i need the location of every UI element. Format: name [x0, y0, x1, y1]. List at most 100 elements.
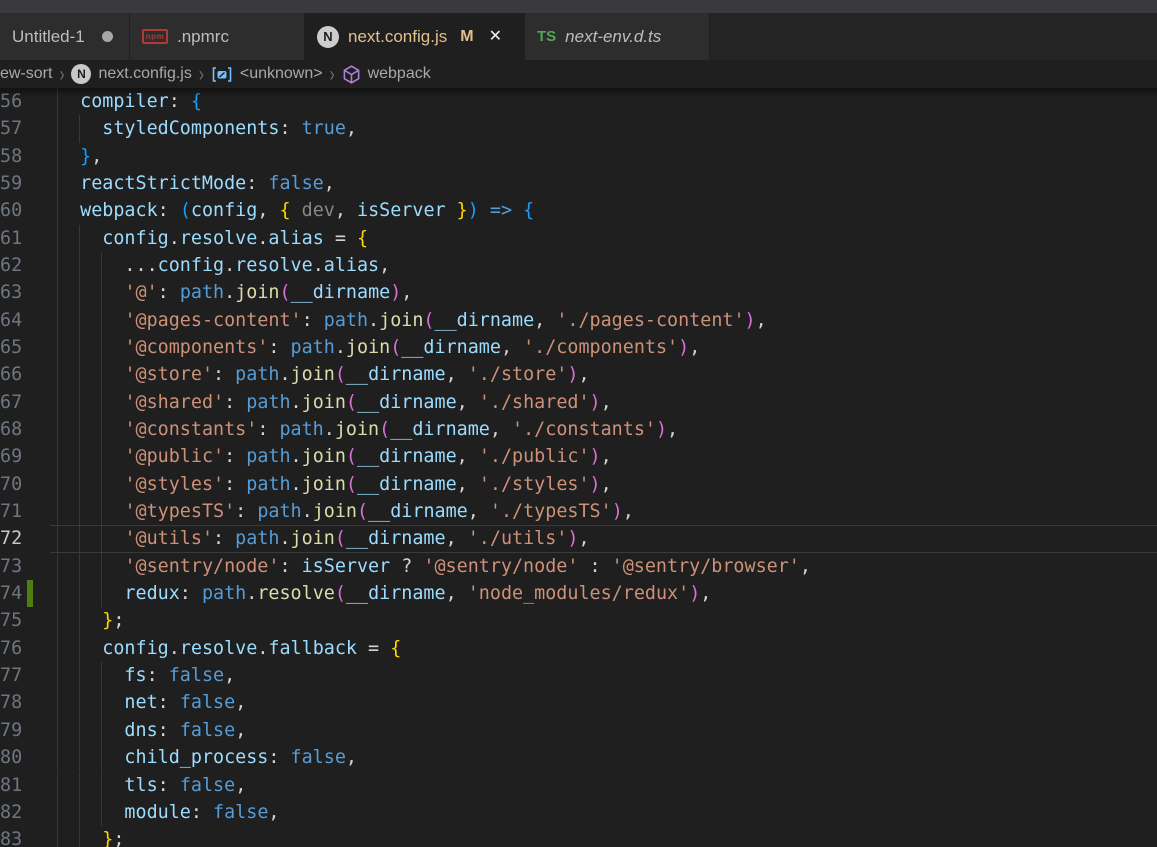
line-number[interactable]: 74 [0, 580, 22, 607]
code-line[interactable]: 64 '@pages-content': path.join(__dirname… [0, 307, 1157, 334]
code-line[interactable]: 68 '@constants': path.join(__dirname, '.… [0, 416, 1157, 443]
tab-npmrc[interactable]: npm .npmrc [130, 13, 305, 60]
line-number[interactable]: 80 [0, 744, 22, 771]
tab-untitled-1[interactable]: Untitled-1 [0, 13, 130, 60]
line-number[interactable]: 67 [0, 389, 22, 416]
code-line[interactable]: 76 config.resolve.fallback = { [0, 635, 1157, 662]
code-editor[interactable]: 56 compiler: {57 styledComponents: true,… [0, 88, 1157, 847]
tab-label: next.config.js [348, 27, 447, 47]
code-text: }; [58, 607, 124, 634]
breadcrumb-file[interactable]: next.config.js [98, 65, 191, 83]
tab-label: Untitled-1 [12, 27, 85, 47]
code-text: net: false, [58, 689, 246, 716]
code-line[interactable]: 70 '@styles': path.join(__dirname, './st… [0, 471, 1157, 498]
code-text: config.resolve.fallback = { [58, 635, 401, 662]
line-number[interactable]: 76 [0, 635, 22, 662]
line-number[interactable]: 71 [0, 498, 22, 525]
code-text: '@styles': path.join(__dirname, './style… [58, 471, 612, 498]
line-number[interactable]: 82 [0, 799, 22, 826]
nextjs-file-icon: N [71, 64, 91, 84]
line-number[interactable]: 62 [0, 252, 22, 279]
code-line[interactable]: 58 }, [0, 143, 1157, 170]
unsaved-dot-icon[interactable] [102, 31, 113, 42]
line-number[interactable]: 77 [0, 662, 22, 689]
code-line[interactable]: 65 '@components': path.join(__dirname, '… [0, 334, 1157, 361]
code-text: dns: false, [58, 717, 246, 744]
code-text: }, [58, 143, 102, 170]
line-number[interactable]: 79 [0, 717, 22, 744]
code-line[interactable]: 79 dns: false, [0, 717, 1157, 744]
chevron-right-icon: › [59, 62, 64, 86]
code-line[interactable]: 74 redux: path.resolve(__dirname, 'node_… [0, 580, 1157, 607]
code-text: ...config.resolve.alias, [58, 252, 390, 279]
git-modified-badge: M [460, 28, 473, 46]
line-number[interactable]: 83 [0, 826, 22, 847]
code-line[interactable]: 60 webpack: (config, { dev, isServer }) … [0, 197, 1157, 224]
code-line[interactable]: 75 }; [0, 607, 1157, 634]
code-text: '@components': path.join(__dirname, './c… [58, 334, 700, 361]
code-text: tls: false, [58, 772, 246, 799]
nextjs-file-icon: N [317, 26, 339, 48]
code-line[interactable]: 57 styledComponents: true, [0, 115, 1157, 142]
line-number[interactable]: 78 [0, 689, 22, 716]
code-line[interactable]: 67 '@shared': path.join(__dirname, './sh… [0, 389, 1157, 416]
code-text: '@public': path.join(__dirname, './publi… [58, 443, 612, 470]
line-number[interactable]: 61 [0, 225, 22, 252]
code-text: '@utils': path.join(__dirname, './utils'… [58, 525, 590, 552]
code-text: '@typesTS': path.join(__dirname, './type… [58, 498, 634, 525]
tab-next-env-d-ts[interactable]: TS next-env.d.ts [525, 13, 710, 60]
code-line[interactable]: 83 }; [0, 826, 1157, 847]
scroll-shadow [0, 88, 1157, 97]
line-number[interactable]: 81 [0, 772, 22, 799]
line-number[interactable]: 69 [0, 443, 22, 470]
code-text: redux: path.resolve(__dirname, 'node_mod… [58, 580, 711, 607]
line-number[interactable]: 70 [0, 471, 22, 498]
breadcrumb-member[interactable]: webpack [368, 65, 431, 83]
line-number[interactable]: 57 [0, 115, 22, 142]
code-line[interactable]: 69 '@public': path.join(__dirname, './pu… [0, 443, 1157, 470]
code-line[interactable]: 59 reactStrictMode: false, [0, 170, 1157, 197]
line-number[interactable]: 64 [0, 307, 22, 334]
code-line[interactable]: 61 config.resolve.alias = { [0, 225, 1157, 252]
typescript-file-icon: TS [537, 28, 556, 45]
chevron-right-icon: › [199, 62, 204, 86]
code-line[interactable]: 63 '@': path.join(__dirname), [0, 279, 1157, 306]
tab-label: next-env.d.ts [565, 27, 661, 47]
code-text: '@store': path.join(__dirname, './store'… [58, 361, 590, 388]
code-line[interactable]: 82 module: false, [0, 799, 1157, 826]
code-line[interactable]: 77 fs: false, [0, 662, 1157, 689]
code-text: config.resolve.alias = { [58, 225, 368, 252]
code-text: styledComponents: true, [58, 115, 357, 142]
code-line[interactable]: 72 '@utils': path.join(__dirname, './uti… [0, 525, 1157, 552]
code-line[interactable]: 73 '@sentry/node': isServer ? '@sentry/n… [0, 553, 1157, 580]
code-text: '@pages-content': path.join(__dirname, '… [58, 307, 767, 334]
code-text: '@shared': path.join(__dirname, './share… [58, 389, 612, 416]
line-number[interactable]: 59 [0, 170, 22, 197]
line-number[interactable]: 72 [0, 525, 22, 552]
git-added-indicator[interactable] [27, 580, 33, 607]
code-line[interactable]: 78 net: false, [0, 689, 1157, 716]
tab-next-config-js[interactable]: N next.config.js M ✕ [305, 13, 525, 60]
code-text: '@constants': path.join(__dirname, './co… [58, 416, 678, 443]
code-line[interactable]: 62 ...config.resolve.alias, [0, 252, 1157, 279]
line-number[interactable]: 68 [0, 416, 22, 443]
code-line[interactable]: 80 child_process: false, [0, 744, 1157, 771]
line-number[interactable]: 65 [0, 334, 22, 361]
close-tab-icon[interactable]: ✕ [489, 29, 502, 45]
code-text: fs: false, [58, 662, 235, 689]
line-number[interactable]: 63 [0, 279, 22, 306]
line-number[interactable]: 58 [0, 143, 22, 170]
tab-label: .npmrc [177, 27, 229, 47]
line-number[interactable]: 75 [0, 607, 22, 634]
breadcrumb-symbol[interactable]: <unknown> [240, 65, 323, 83]
code-line[interactable]: 66 '@store': path.join(__dirname, './sto… [0, 361, 1157, 388]
breadcrumb-folder[interactable]: ew-sort [0, 65, 52, 83]
code-text: child_process: false, [58, 744, 357, 771]
line-number[interactable]: 60 [0, 197, 22, 224]
code-text: }; [58, 826, 124, 847]
line-number[interactable]: 73 [0, 553, 22, 580]
code-text: '@': path.join(__dirname), [58, 279, 412, 306]
code-line[interactable]: 71 '@typesTS': path.join(__dirname, './t… [0, 498, 1157, 525]
line-number[interactable]: 66 [0, 361, 22, 388]
code-line[interactable]: 81 tls: false, [0, 772, 1157, 799]
